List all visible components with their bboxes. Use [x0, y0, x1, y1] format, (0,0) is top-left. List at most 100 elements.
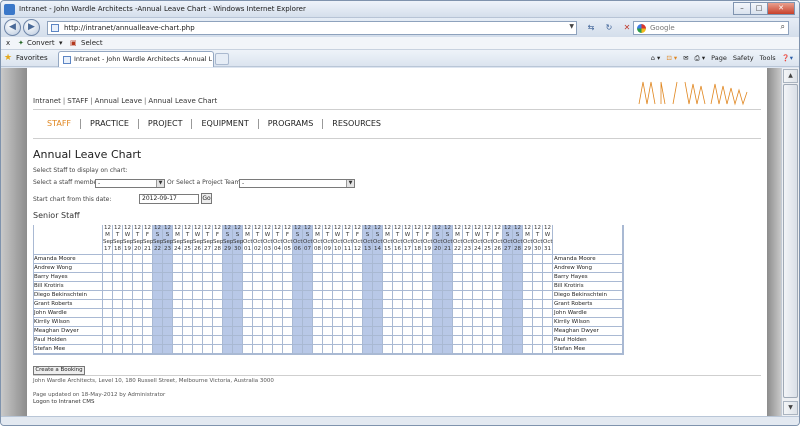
leave-cell[interactable] [313, 255, 323, 264]
leave-cell[interactable] [263, 309, 273, 318]
leave-cell[interactable] [203, 255, 213, 264]
leave-cell[interactable] [303, 309, 313, 318]
leave-cell[interactable] [363, 282, 373, 291]
leave-cell[interactable] [433, 327, 443, 336]
leave-cell[interactable] [143, 345, 153, 354]
leave-cell[interactable] [133, 318, 143, 327]
leave-cell[interactable] [483, 282, 493, 291]
leave-cell[interactable] [153, 264, 163, 273]
leave-cell[interactable] [333, 318, 343, 327]
leave-cell[interactable] [533, 255, 543, 264]
leave-cell[interactable] [283, 291, 293, 300]
leave-cell[interactable] [443, 318, 453, 327]
leave-cell[interactable] [513, 327, 523, 336]
leave-cell[interactable] [473, 327, 483, 336]
leave-cell[interactable] [313, 300, 323, 309]
leave-cell[interactable] [173, 309, 183, 318]
leave-cell[interactable] [123, 336, 133, 345]
leave-cell[interactable] [303, 282, 313, 291]
tools-menu[interactable]: Tools [760, 52, 776, 65]
leave-cell[interactable] [163, 264, 173, 273]
leave-cell[interactable] [523, 327, 533, 336]
leave-cell[interactable] [263, 264, 273, 273]
leave-cell[interactable] [183, 309, 193, 318]
leave-cell[interactable] [443, 264, 453, 273]
leave-cell[interactable] [533, 264, 543, 273]
leave-cell[interactable] [163, 309, 173, 318]
leave-cell[interactable] [463, 300, 473, 309]
leave-cell[interactable] [233, 255, 243, 264]
leave-cell[interactable] [283, 273, 293, 282]
leave-cell[interactable] [513, 336, 523, 345]
leave-cell[interactable] [493, 273, 503, 282]
leave-cell[interactable] [543, 345, 553, 354]
leave-cell[interactable] [253, 291, 263, 300]
leave-cell[interactable] [483, 264, 493, 273]
leave-cell[interactable] [153, 255, 163, 264]
leave-cell[interactable] [103, 300, 113, 309]
leave-cell[interactable] [123, 327, 133, 336]
leave-cell[interactable] [233, 300, 243, 309]
leave-cell[interactable] [163, 282, 173, 291]
convert-button[interactable]: Convert [27, 37, 55, 50]
leave-cell[interactable] [343, 327, 353, 336]
leave-cell[interactable] [343, 291, 353, 300]
leave-cell[interactable] [333, 327, 343, 336]
leave-cell[interactable] [163, 345, 173, 354]
leave-cell[interactable] [353, 336, 363, 345]
leave-cell[interactable] [303, 345, 313, 354]
leave-cell[interactable] [303, 273, 313, 282]
leave-cell[interactable] [453, 255, 463, 264]
leave-cell[interactable] [113, 318, 123, 327]
leave-cell[interactable] [103, 327, 113, 336]
leave-cell[interactable] [223, 291, 233, 300]
leave-cell[interactable] [433, 282, 443, 291]
leave-cell[interactable] [533, 336, 543, 345]
cms-logon-link[interactable]: Logon to Intranet CMS [33, 399, 94, 405]
leave-cell[interactable] [333, 309, 343, 318]
leave-cell[interactable] [293, 282, 303, 291]
leave-cell[interactable] [373, 309, 383, 318]
leave-cell[interactable] [403, 327, 413, 336]
leave-cell[interactable] [203, 264, 213, 273]
leave-cell[interactable] [463, 291, 473, 300]
leave-cell[interactable] [113, 255, 123, 264]
leave-cell[interactable] [473, 318, 483, 327]
address-bar[interactable]: http://intranet/annualleave-chart.php ▼ [47, 21, 577, 35]
leave-cell[interactable] [503, 255, 513, 264]
leave-cell[interactable] [183, 336, 193, 345]
home-icon[interactable]: ⌂ ▾ [651, 52, 660, 65]
leave-cell[interactable] [123, 282, 133, 291]
leave-cell[interactable] [193, 282, 203, 291]
leave-cell[interactable] [383, 345, 393, 354]
close-icon[interactable]: ✕ [767, 2, 795, 15]
leave-cell[interactable] [353, 282, 363, 291]
leave-cell[interactable] [373, 345, 383, 354]
leave-cell[interactable] [323, 273, 333, 282]
leave-cell[interactable] [503, 291, 513, 300]
leave-cell[interactable] [133, 345, 143, 354]
leave-cell[interactable] [323, 327, 333, 336]
leave-cell[interactable] [443, 327, 453, 336]
leave-cell[interactable] [213, 345, 223, 354]
leave-cell[interactable] [483, 345, 493, 354]
leave-cell[interactable] [273, 291, 283, 300]
leave-cell[interactable] [143, 255, 153, 264]
leave-cell[interactable] [153, 309, 163, 318]
forward-icon[interactable]: ▶ [23, 19, 40, 36]
leave-cell[interactable] [523, 345, 533, 354]
leave-cell[interactable] [233, 264, 243, 273]
leave-cell[interactable] [133, 309, 143, 318]
leave-cell[interactable] [343, 273, 353, 282]
leave-cell[interactable] [453, 318, 463, 327]
leave-cell[interactable] [113, 273, 123, 282]
leave-cell[interactable] [243, 327, 253, 336]
leave-cell[interactable] [253, 282, 263, 291]
leave-cell[interactable] [533, 327, 543, 336]
leave-cell[interactable] [343, 309, 353, 318]
leave-cell[interactable] [103, 255, 113, 264]
leave-cell[interactable] [413, 300, 423, 309]
leave-cell[interactable] [493, 255, 503, 264]
leave-cell[interactable] [493, 336, 503, 345]
leave-cell[interactable] [113, 282, 123, 291]
